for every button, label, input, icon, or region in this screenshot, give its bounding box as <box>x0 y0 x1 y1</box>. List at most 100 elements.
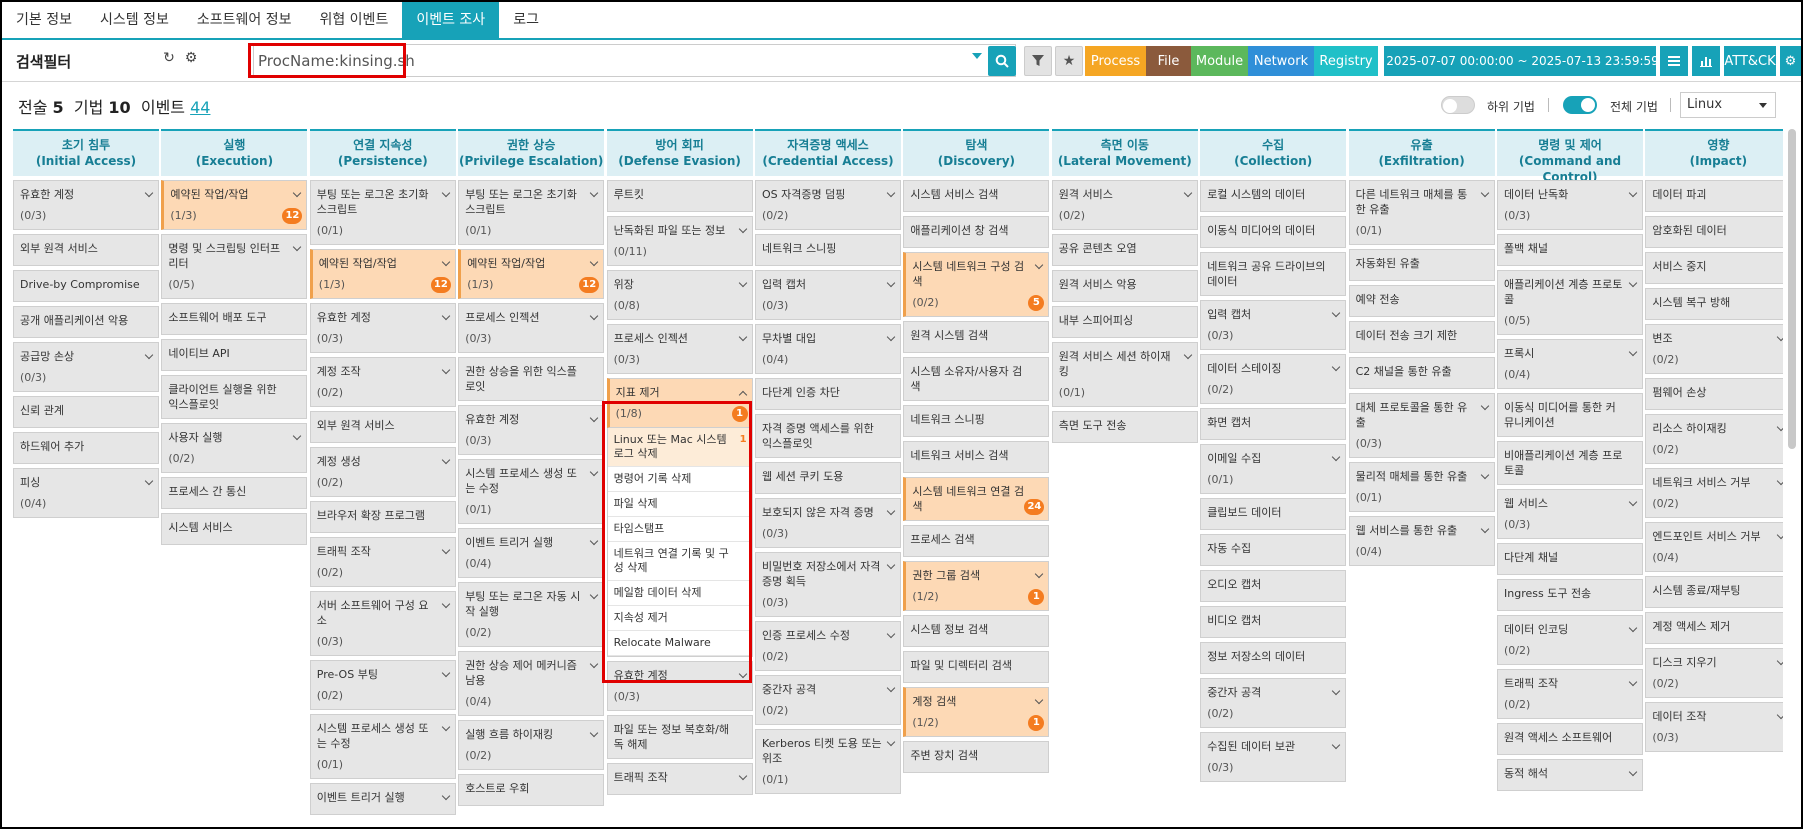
technique-cell[interactable]: 프로세스 간 통신 <box>161 477 308 509</box>
technique-cell[interactable]: 네이티브 API <box>161 339 308 371</box>
technique-cell[interactable]: 예약된 작업/작업 (1/3) 12 <box>309 249 456 299</box>
technique-cell[interactable]: 중간자 공격 (0/2) <box>755 675 901 725</box>
tab-1[interactable]: 시스템 정보 <box>86 2 183 38</box>
technique-cell[interactable]: 보호되지 않은 자격 증명 (0/3) <box>755 498 901 548</box>
chevron-down-icon[interactable] <box>441 791 451 801</box>
sub-technique-item[interactable]: 파일 삭제 <box>607 492 752 517</box>
chevron-down-icon[interactable] <box>441 311 451 321</box>
technique-cell[interactable]: 변조 (0/2) <box>1645 324 1783 374</box>
technique-cell[interactable]: 인증 프로세스 수정 (0/2) <box>755 621 901 671</box>
technique-cell[interactable]: 원격 서비스 악용 <box>1051 270 1198 302</box>
chevron-down-icon[interactable] <box>1628 188 1638 198</box>
technique-cell[interactable]: 권한 상승 제어 메커니즘 남용 (0/4) <box>458 651 605 716</box>
scrollbar[interactable] <box>1788 129 1796 449</box>
chevron-down-icon[interactable] <box>738 224 747 234</box>
search-input[interactable] <box>254 45 992 76</box>
technique-cell[interactable]: 자격 증명 액세스를 위한 익스플로잇 <box>755 414 901 458</box>
technique-cell[interactable]: 부팅 또는 로그온 초기화 스크립트 (0/1) <box>458 180 605 245</box>
technique-cell[interactable]: 원격 서비스 세션 하이재킹 (0/1) <box>1051 342 1198 407</box>
technique-cell[interactable]: 다른 네트워크 매체를 통한 유출 (0/1) <box>1348 180 1495 245</box>
tab-0[interactable]: 기본 정보 <box>2 2 86 38</box>
technique-cell[interactable]: 공유 콘텐츠 오염 <box>1051 234 1198 266</box>
technique-cell[interactable]: 네트워크 서비스 검색 <box>903 441 1050 473</box>
technique-cell[interactable]: 시스템 서비스 <box>161 513 308 545</box>
technique-cell[interactable]: 수집된 데이터 보관 (0/3) <box>1200 732 1347 782</box>
technique-cell[interactable]: 데이터 조작 (0/3) <box>1645 702 1783 752</box>
technique-cell[interactable]: 비애플리케이션 계층 프로토콜 <box>1497 441 1643 485</box>
technique-cell[interactable]: 예약된 작업/작업 (1/3) 12 <box>458 249 605 299</box>
event-count-link[interactable]: 44 <box>190 98 210 117</box>
chevron-down-icon[interactable] <box>738 278 747 288</box>
chevron-down-icon[interactable] <box>1331 452 1341 462</box>
sub-technique-item[interactable]: 명령어 기록 삭제 <box>607 467 752 492</box>
chevron-down-icon[interactable] <box>886 278 896 288</box>
chevron-down-icon[interactable] <box>441 722 451 732</box>
technique-cell[interactable]: 다단계 인증 차단 <box>755 378 901 410</box>
technique-cell[interactable]: 펌웨어 손상 <box>1645 378 1783 410</box>
technique-cell[interactable]: 프로세스 검색 <box>903 525 1050 557</box>
technique-cell[interactable]: 예약 전송 <box>1348 285 1495 317</box>
chevron-down-icon[interactable] <box>1777 332 1783 342</box>
technique-cell[interactable]: 비밀번호 저장소에서 자격 증명 획득 (0/3) <box>755 552 901 617</box>
chevron-down-icon[interactable] <box>589 188 599 198</box>
technique-cell[interactable]: 지표 제거 (1/8) 1 <box>606 378 753 428</box>
chevron-down-icon[interactable] <box>293 431 302 441</box>
technique-cell[interactable]: 무차별 대입 (0/4) <box>755 324 901 374</box>
sub-technique-item[interactable]: 타임스탬프 <box>607 517 752 542</box>
technique-cell[interactable]: 암호화된 데이터 <box>1645 216 1783 248</box>
chevron-down-icon[interactable] <box>1628 497 1638 507</box>
technique-cell[interactable]: 이벤트 트리거 실행 (0/4) <box>458 528 605 578</box>
technique-cell[interactable]: 웹 세션 쿠키 도용 <box>755 462 901 494</box>
chevron-down-icon[interactable] <box>144 476 154 486</box>
technique-cell[interactable]: 입력 캡처 (0/3) <box>1200 300 1347 350</box>
chevron-down-icon[interactable] <box>886 560 896 570</box>
tab-5[interactable]: 로그 <box>499 2 553 38</box>
technique-cell[interactable]: 시스템 프로세스 생성 또는 수정 (0/1) <box>309 714 456 779</box>
chevron-down-icon[interactable] <box>589 257 599 267</box>
chevron-down-icon[interactable] <box>589 467 599 477</box>
technique-cell[interactable]: 부팅 또는 로그온 자동 시작 실행 (0/2) <box>458 582 605 647</box>
chevron-down-icon[interactable] <box>1628 767 1638 777</box>
technique-cell[interactable]: 외부 원격 서비스 <box>13 234 159 266</box>
chevron-down-icon[interactable] <box>1777 530 1783 540</box>
chevron-down-icon[interactable] <box>738 669 747 679</box>
chevron-down-icon[interactable] <box>1628 347 1638 357</box>
chevron-down-icon[interactable] <box>589 590 599 600</box>
chevron-down-icon[interactable] <box>1777 710 1783 720</box>
technique-cell[interactable]: 클립보드 데이터 <box>1200 498 1347 530</box>
category-file-button[interactable]: File <box>1146 46 1191 76</box>
technique-cell[interactable]: 네트워크 스니핑 <box>903 405 1050 437</box>
chevron-down-icon[interactable] <box>441 599 451 609</box>
technique-cell[interactable]: 루트킷 <box>606 180 753 212</box>
technique-cell[interactable]: 동적 해석 <box>1497 759 1643 791</box>
sub-technique-item[interactable]: Linux 또는 Mac 시스템 로그 삭제 1 <box>607 428 752 467</box>
technique-cell[interactable]: 시스템 네트워크 구성 검색 (0/2) 5 <box>903 252 1050 317</box>
technique-cell[interactable]: Pre-OS 부팅 (0/2) <box>309 660 456 710</box>
technique-cell[interactable]: 사용자 실행 (0/2) <box>161 423 308 473</box>
technique-cell[interactable]: 유효한 계정 (0/3) <box>309 303 456 353</box>
chevron-down-icon[interactable] <box>589 311 599 321</box>
attck-button[interactable]: ATT&CK <box>1724 46 1776 76</box>
technique-cell[interactable]: 물리적 매체를 통한 유출 (0/1) <box>1348 462 1495 512</box>
chevron-down-icon[interactable] <box>886 188 896 198</box>
technique-cell[interactable]: 원격 액세스 소프트웨어 <box>1497 723 1643 755</box>
technique-cell[interactable]: 자동화된 유출 <box>1348 249 1495 281</box>
chevron-down-icon[interactable] <box>738 332 747 342</box>
tab-4[interactable]: 이벤트 조사 <box>402 2 500 38</box>
list-view-button[interactable] <box>1660 46 1688 76</box>
technique-cell[interactable]: 입력 캡처 (0/3) <box>755 270 901 320</box>
chevron-down-icon[interactable] <box>1628 278 1638 288</box>
technique-cell[interactable]: 위장 (0/8) <box>606 270 753 320</box>
chevron-down-icon[interactable] <box>1777 422 1783 432</box>
technique-cell[interactable]: 부팅 또는 로그온 초기화 스크립트 (0/1) <box>309 180 456 245</box>
technique-cell[interactable]: 자동 수집 <box>1200 534 1347 566</box>
technique-cell[interactable]: 시스템 프로세스 생성 또는 수정 (0/1) <box>458 459 605 524</box>
technique-cell[interactable]: 대체 프로토콜을 통한 유출 (0/3) <box>1348 393 1495 458</box>
technique-cell[interactable]: 파일 및 디렉터리 검색 <box>903 651 1050 683</box>
technique-cell[interactable]: 유효한 계정 (0/3) <box>606 661 753 711</box>
technique-cell[interactable]: 유효한 계정 (0/3) <box>458 405 605 455</box>
os-select[interactable]: Linux <box>1680 92 1776 118</box>
gear-icon[interactable]: ⚙ <box>182 50 200 66</box>
chevron-down-icon[interactable] <box>1183 350 1193 360</box>
tactic-header[interactable]: 실행 (Execution) <box>161 129 308 176</box>
